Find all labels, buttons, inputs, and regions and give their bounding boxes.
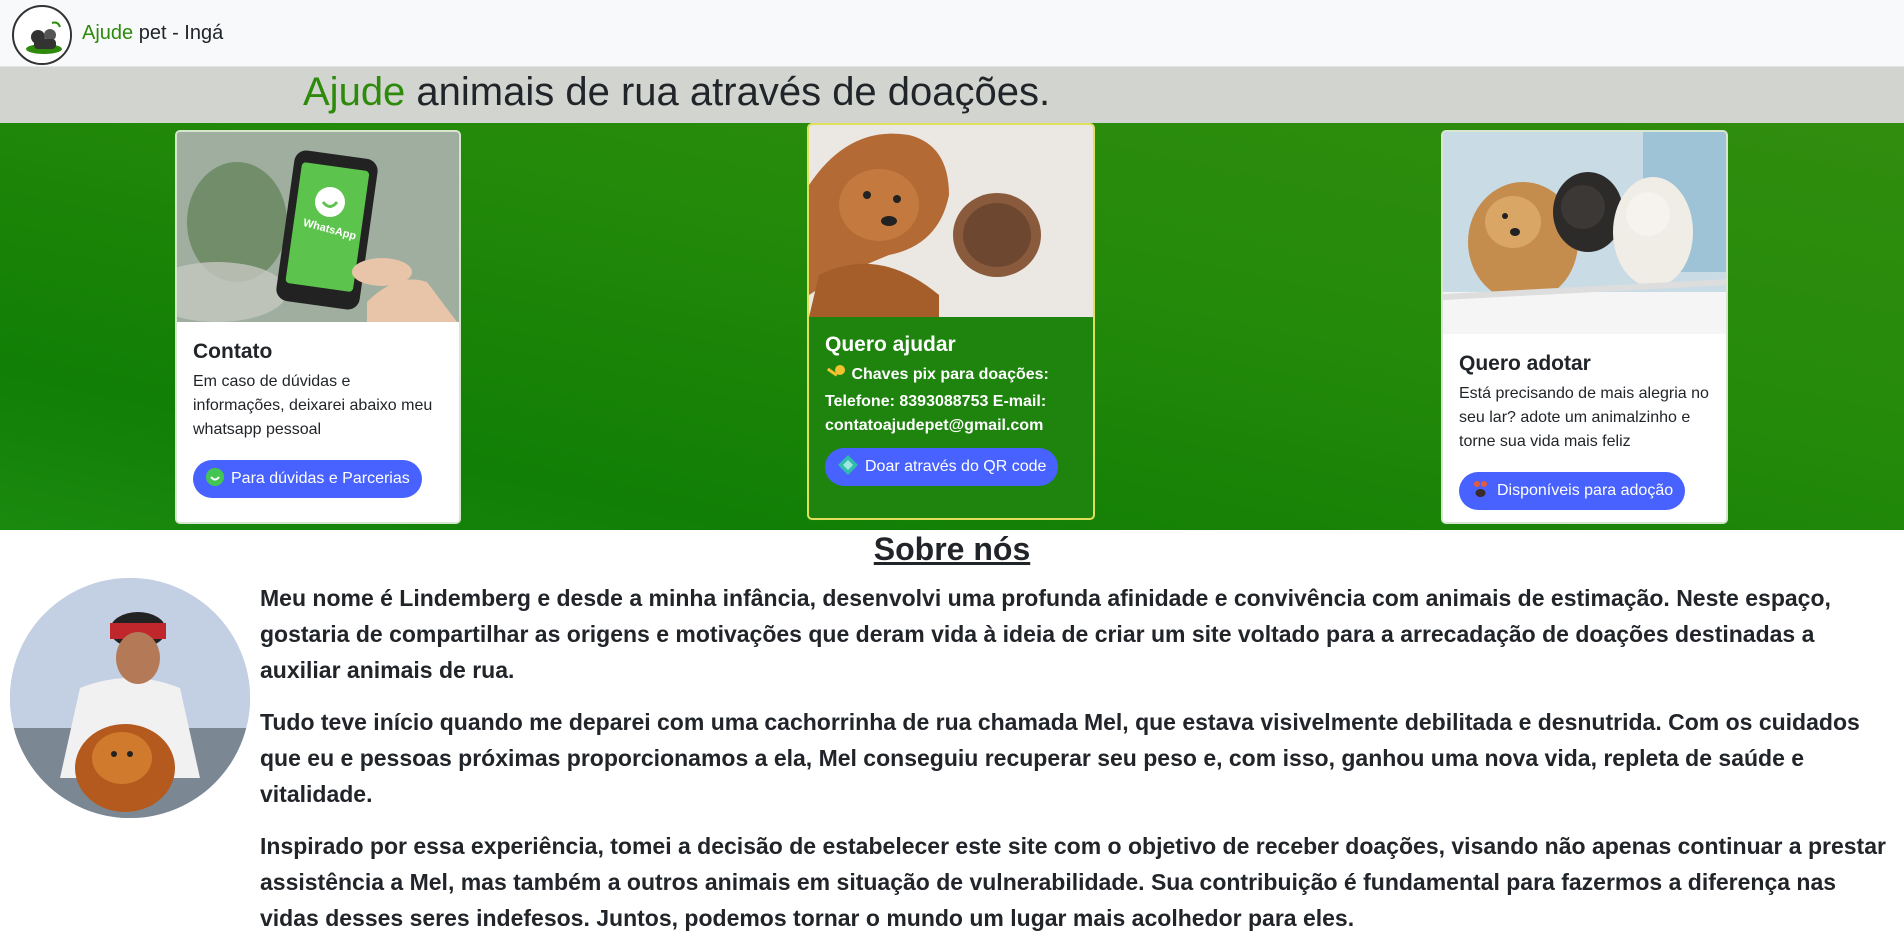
page-headline: Ajude animais de rua através de doações. [303, 70, 1050, 115]
owner-avatar [10, 578, 250, 818]
brand-rest: pet - Ingá [133, 22, 224, 44]
card-adotar-text: Está precisando de mais alegria no seu l… [1459, 385, 1709, 450]
qr-code-donate-button[interactable]: Doar através do QR code [825, 448, 1059, 486]
about-paragraph-3: Inspirado por essa experiência, tomei a … [260, 833, 1886, 931]
card-quero-ajudar: Quero ajudar Chaves pix para doações: Te… [807, 123, 1095, 520]
brand-highlight: Ajude [82, 22, 134, 44]
paw-icon [1471, 479, 1491, 504]
brand-title[interactable]: Ajude pet - Ingá [82, 22, 223, 45]
about-paragraph-2: Tudo teve início quando me deparei com u… [260, 709, 1860, 807]
about-paragraph-1: Meu nome é Lindemberg e desde a minha in… [260, 585, 1831, 683]
dog-bowl-image [809, 125, 1093, 317]
card-contato-title: Contato [193, 340, 273, 363]
card-ajudar-title: Quero ajudar [825, 333, 956, 356]
whatsapp-button-label: Para dúvidas e Parcerias [231, 470, 410, 487]
whatsapp-icon [205, 467, 225, 492]
qr-code-button-label: Doar através do QR code [865, 458, 1047, 475]
adoption-button-label: Disponíveis para adoção [1497, 482, 1674, 499]
whatsapp-button[interactable]: Para dúvidas e Parcerias [193, 460, 422, 498]
card-contato-text: Em caso de dúvidas e informações, deixar… [193, 373, 433, 438]
card-adotar-title: Quero adotar [1459, 352, 1591, 375]
whatsapp-phone-image: WhatsApp [177, 132, 459, 322]
about-text: Meu nome é Lindemberg e desde a minha in… [260, 580, 1890, 952]
card-ajudar-text: Chaves pix para doações: Telefone: 83930… [825, 366, 1049, 434]
logo-icon[interactable] [12, 5, 72, 65]
navbar: Ajude pet - Ingá [0, 0, 1904, 67]
card-ajudar-text-wrap: Chaves pix para doações: Telefone: 83930… [825, 363, 1077, 438]
about-title: Sobre nós [873, 531, 1031, 567]
headline-rest: animais de rua através de doações. [405, 70, 1051, 114]
card-quero-adotar: Quero adotar Está precisando de mais ale… [1441, 130, 1728, 524]
headline-highlight: Ajude [303, 70, 406, 114]
key-icon [825, 364, 847, 390]
pix-icon [837, 454, 859, 481]
adoptable-dogs-image [1443, 132, 1726, 334]
card-contato: WhatsApp Contato Em caso de dúvidas e in… [175, 130, 461, 524]
adoption-button[interactable]: Disponíveis para adoção [1459, 472, 1686, 510]
